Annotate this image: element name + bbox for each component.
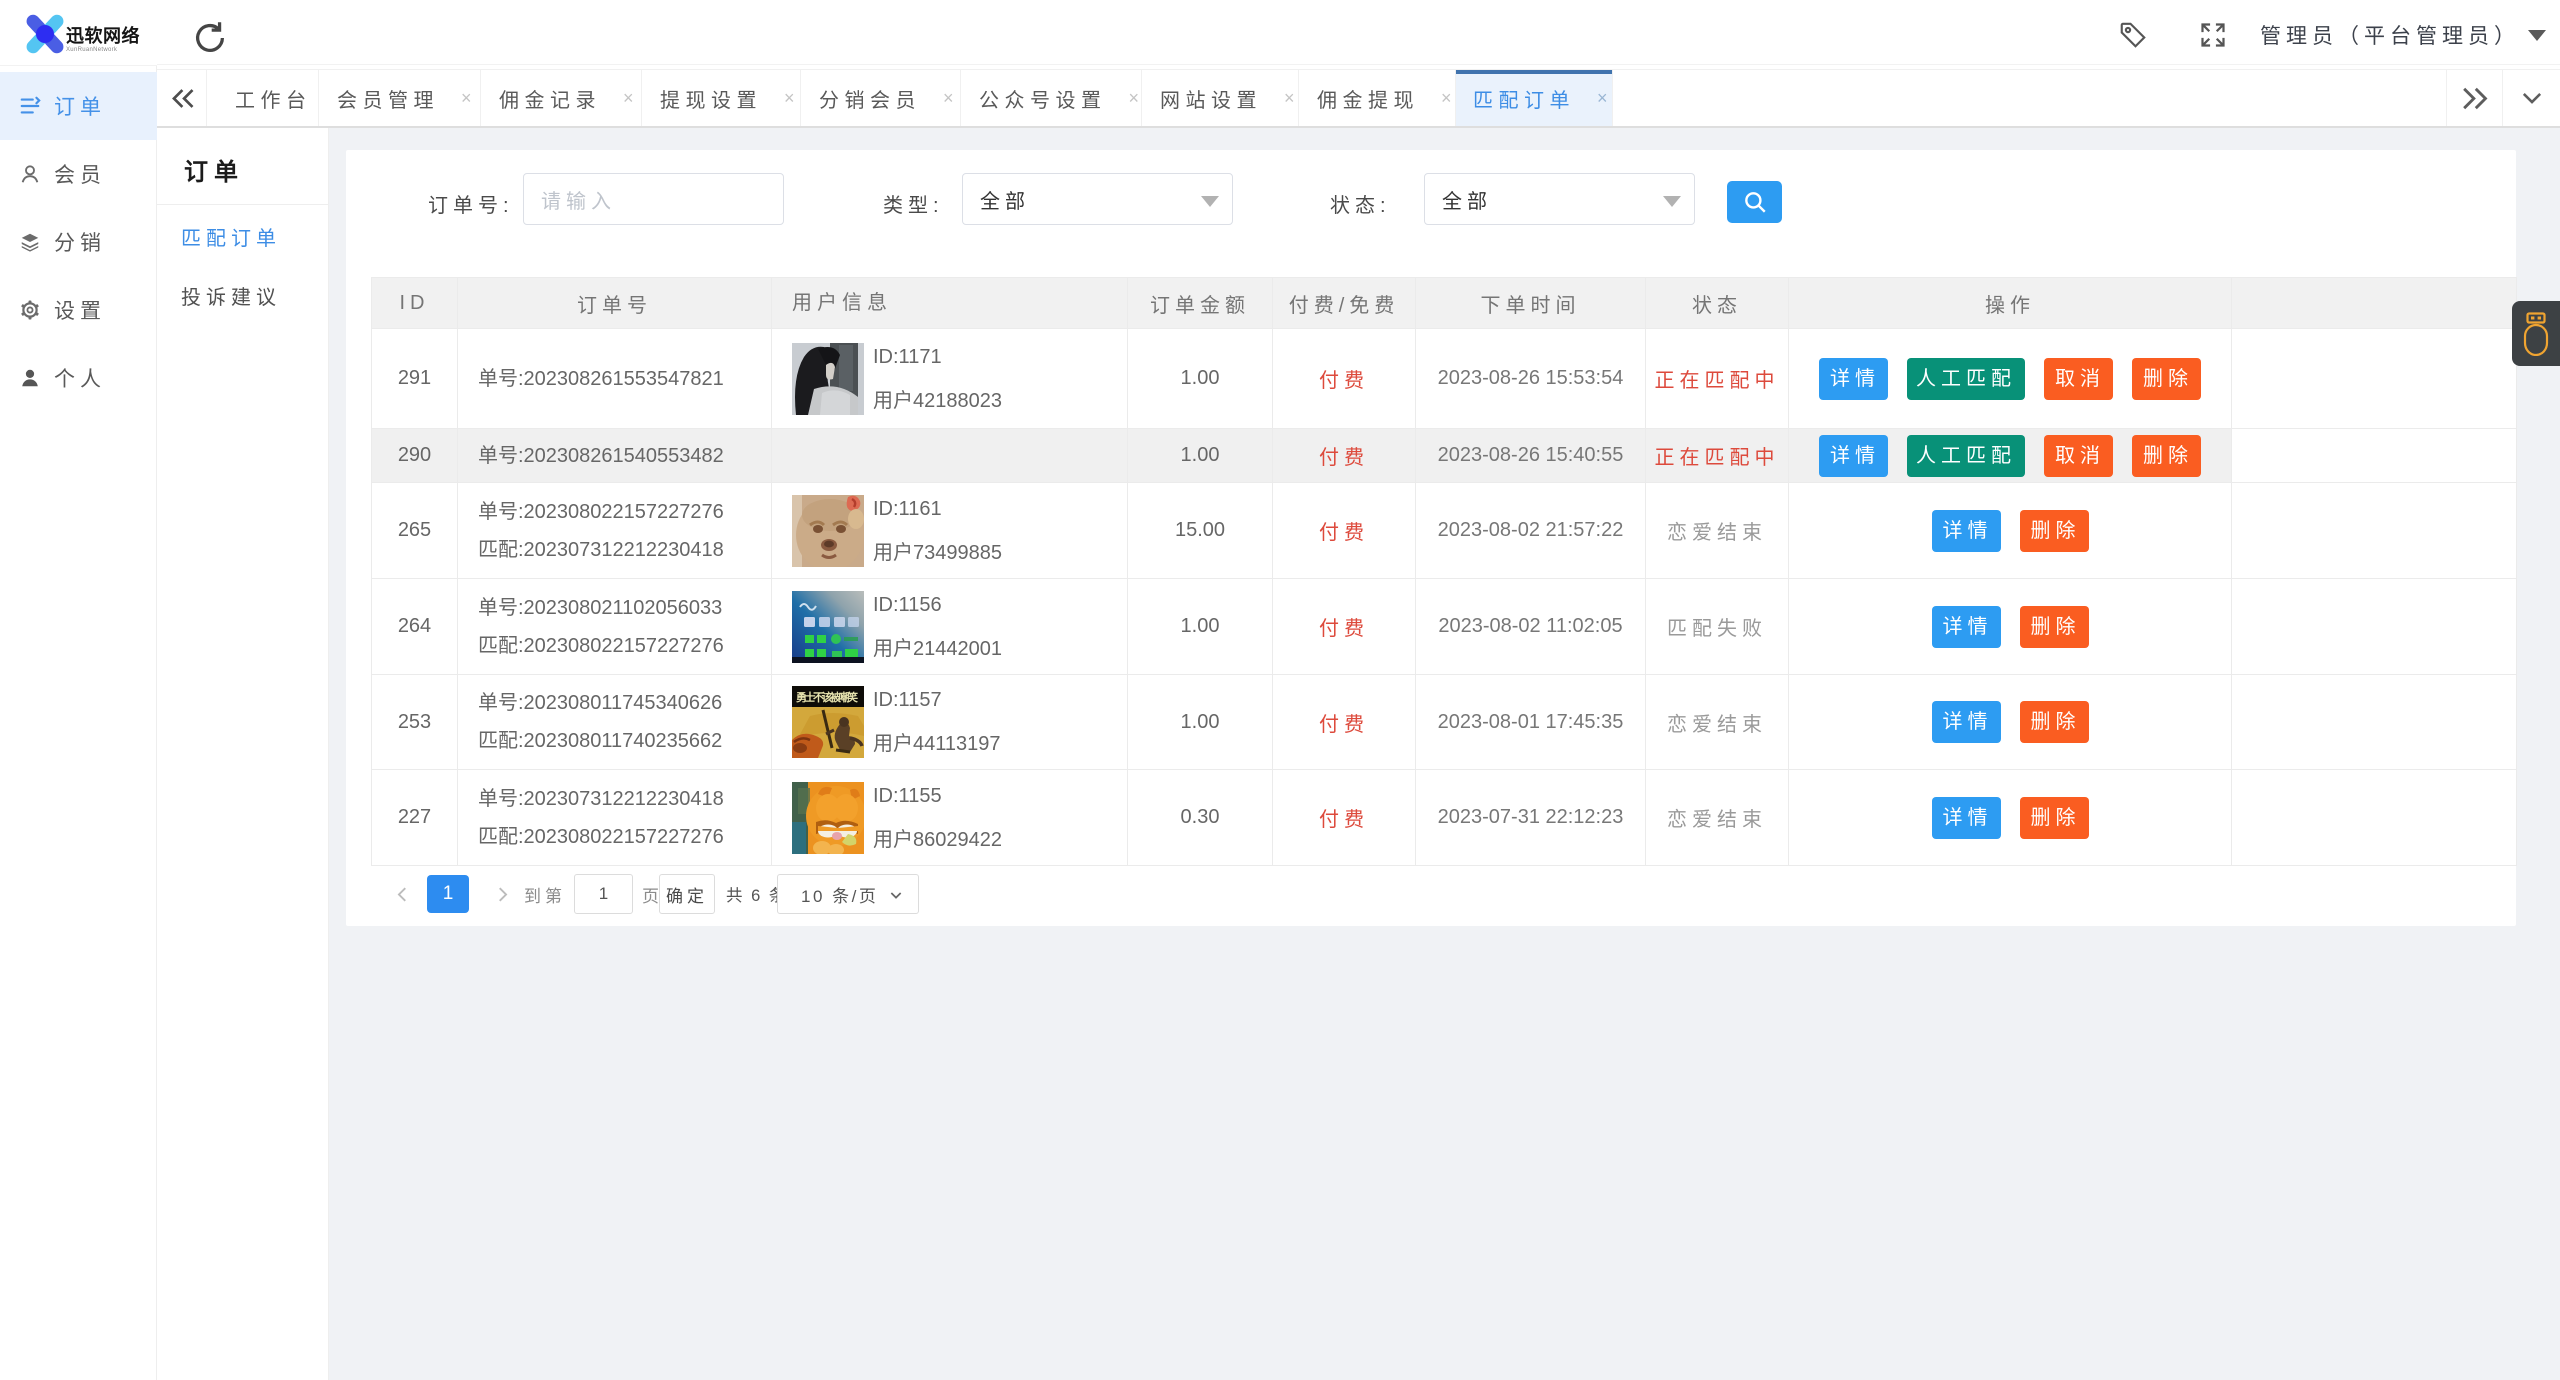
svg-text:XunRuanNetwork: XunRuanNetwork <box>66 47 118 53</box>
svg-text:迅软网络: 迅软网络 <box>66 25 140 46</box>
svg-text:勇士不该被嘲笑: 勇士不该被嘲笑 <box>796 690 858 704</box>
